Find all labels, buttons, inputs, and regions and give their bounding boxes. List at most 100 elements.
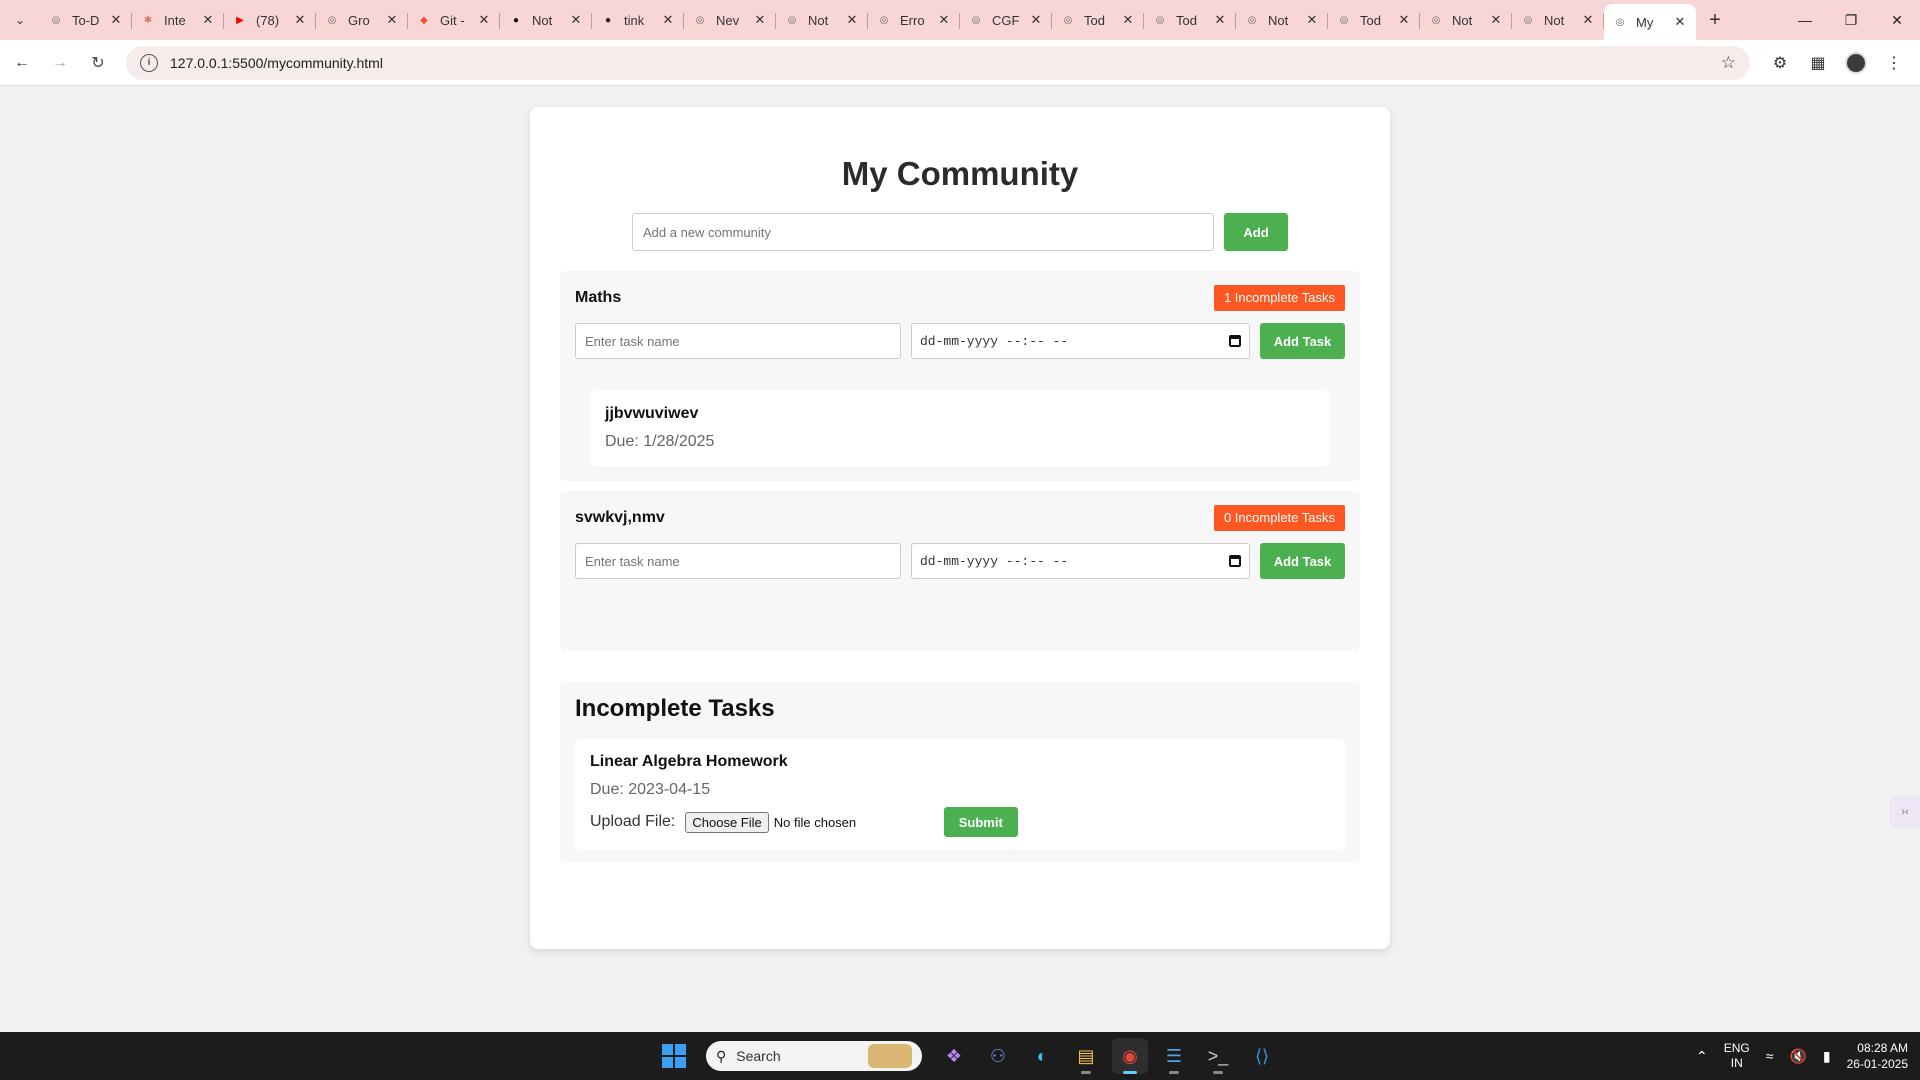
tab-search-chevron-icon[interactable]: ⌄ <box>0 0 40 40</box>
volume-muted-icon[interactable]: 🔇 <box>1789 1048 1806 1065</box>
running-indicator <box>1213 1071 1223 1074</box>
browser-tab[interactable]: ◎ CGF ✕ <box>960 4 1052 36</box>
browser-tab[interactable]: ◎ Tod ✕ <box>1052 4 1144 36</box>
tab-close-icon[interactable]: ✕ <box>1580 12 1596 28</box>
start-button[interactable] <box>656 1038 692 1074</box>
page-viewport: My Community Add Maths 1 Incomplete Task… <box>0 86 1920 1032</box>
add-task-button[interactable]: Add Task <box>1260 323 1345 359</box>
tab-close-icon[interactable]: ✕ <box>108 12 124 28</box>
task-due-datetime-input[interactable]: dd-mm-yyyy --:-- -- <box>911 323 1250 359</box>
language-indicator[interactable]: ENG IN <box>1724 1041 1750 1071</box>
minimize-button[interactable]: — <box>1782 0 1828 40</box>
tab-close-icon[interactable]: ✕ <box>1028 12 1044 28</box>
browser-tab[interactable]: ◎ Not ✕ <box>776 4 868 36</box>
taskbar-search-label: Search <box>736 1048 781 1064</box>
tab-close-icon[interactable]: ✕ <box>384 12 400 28</box>
browser-toolbar: ← → ↻ i 127.0.0.1:5500/mycommunity.html … <box>0 40 1920 86</box>
browser-tab[interactable]: ◎ Tod ✕ <box>1144 4 1236 36</box>
task-list: jjbvwuviwev Due: 1/28/2025 <box>575 391 1345 467</box>
reload-button[interactable]: ↻ <box>80 45 116 81</box>
calendar-icon[interactable] <box>1229 335 1241 347</box>
url-text[interactable]: 127.0.0.1:5500/mycommunity.html <box>170 55 1721 71</box>
chrome-icon[interactable]: ◉ <box>1112 1038 1148 1074</box>
tab-close-icon[interactable]: ✕ <box>1120 12 1136 28</box>
clock[interactable]: 08:28 AM 26-01-2025 <box>1847 1040 1908 1072</box>
submit-button[interactable]: Submit <box>943 807 1018 837</box>
browser-tab[interactable]: ◎ Nev ✕ <box>684 4 776 36</box>
browser-tab[interactable]: ▶ (78) ✕ <box>224 4 316 36</box>
profile-avatar[interactable] <box>1842 49 1870 77</box>
language-region: IN <box>1730 1056 1743 1070</box>
close-window-button[interactable]: ✕ <box>1874 0 1920 40</box>
browser-tab[interactable]: ◎ My ✕ <box>1604 4 1696 40</box>
browser-tab[interactable]: ● tink ✕ <box>592 4 684 36</box>
tab-title: Git - <box>440 12 465 28</box>
notepad-icon[interactable]: ☰ <box>1156 1038 1192 1074</box>
extension-game-icon[interactable]: ⚙ <box>1766 49 1794 77</box>
tab-close-icon[interactable]: ✕ <box>1488 12 1504 28</box>
browser-tab[interactable]: ◎ Tod ✕ <box>1328 4 1420 36</box>
teams-icon[interactable]: ⚇ <box>980 1038 1016 1074</box>
tab-close-icon[interactable]: ✕ <box>200 12 216 28</box>
incomplete-task-card: Linear Algebra Homework Due: 2023-04-15 … <box>575 739 1345 849</box>
battery-icon[interactable]: ▮ <box>1823 1048 1831 1065</box>
tab-close-icon[interactable]: ✕ <box>1212 12 1228 28</box>
tab-title: (78) <box>256 12 280 28</box>
show-hidden-icons-chevron-icon[interactable]: ⌃ <box>1696 1048 1708 1065</box>
extensions-puzzle-icon[interactable]: ▦ <box>1804 49 1832 77</box>
add-community-button[interactable]: Add <box>1224 213 1288 251</box>
tab-close-icon[interactable]: ✕ <box>1672 14 1688 30</box>
github-icon: ● <box>512 14 520 26</box>
chrome-globe-icon: ◎ <box>51 14 61 26</box>
edge-icon[interactable]: ◐ <box>1024 1038 1060 1074</box>
tab-close-icon[interactable]: ✕ <box>292 12 308 28</box>
restore-button[interactable]: ❐ <box>1828 0 1874 40</box>
forward-button[interactable]: → <box>42 45 78 81</box>
browser-tab[interactable]: ◎ Not ✕ <box>1236 4 1328 36</box>
calendar-icon[interactable] <box>1229 555 1241 567</box>
browser-tab[interactable]: ◎ To-D ✕ <box>40 4 132 36</box>
tab-close-icon[interactable]: ✕ <box>1396 12 1412 28</box>
add-task-button[interactable]: Add Task <box>1260 543 1345 579</box>
file-explorer-icon[interactable]: ▤ <box>1068 1038 1104 1074</box>
task-name-input[interactable] <box>575 323 901 359</box>
browser-tab[interactable]: ✱ Inte ✕ <box>132 4 224 36</box>
bookmark-star-icon[interactable]: ☆ <box>1721 53 1736 73</box>
vscode-icon[interactable]: ⟨⟩ <box>1244 1038 1280 1074</box>
tab-close-icon[interactable]: ✕ <box>660 12 676 28</box>
running-indicator <box>1123 1071 1137 1074</box>
clock-time: 08:28 AM <box>1857 1041 1908 1055</box>
date-placeholder: dd-mm-yyyy --:-- -- <box>920 553 1069 569</box>
new-community-input[interactable] <box>632 213 1214 251</box>
address-bar[interactable]: i 127.0.0.1:5500/mycommunity.html ☆ <box>126 45 1750 80</box>
choose-file-button[interactable]: Choose File <box>685 811 769 833</box>
side-panel-toggle-icon[interactable]: ›‹ <box>1890 796 1920 828</box>
browser-menu-icon[interactable]: ⋮ <box>1880 49 1908 77</box>
new-tab-button[interactable]: + <box>1698 9 1732 32</box>
tab-close-icon[interactable]: ✕ <box>476 12 492 28</box>
back-button[interactable]: ← <box>4 45 40 81</box>
tab-close-icon[interactable]: ✕ <box>936 12 952 28</box>
tab-close-icon[interactable]: ✕ <box>844 12 860 28</box>
taskbar-search[interactable]: ⚲ Search <box>706 1041 922 1071</box>
browser-tab[interactable]: ◆ Git - ✕ <box>408 4 500 36</box>
copilot-icon[interactable]: ❖ <box>936 1038 972 1074</box>
running-indicator <box>1081 1071 1091 1074</box>
tab-close-icon[interactable]: ✕ <box>752 12 768 28</box>
browser-tab[interactable]: ● Not ✕ <box>500 4 592 36</box>
file-status: No file chosen <box>773 814 857 830</box>
task-due-datetime-input[interactable]: dd-mm-yyyy --:-- -- <box>911 543 1250 579</box>
tab-close-icon[interactable]: ✕ <box>568 12 584 28</box>
wifi-icon[interactable]: ≈ <box>1766 1048 1774 1064</box>
task-name-input[interactable] <box>575 543 901 579</box>
site-info-icon[interactable]: i <box>140 53 158 72</box>
browser-tab[interactable]: ◎ Not ✕ <box>1420 4 1512 36</box>
globe-icon: ◎ <box>879 14 889 26</box>
tab-close-icon[interactable]: ✕ <box>1304 12 1320 28</box>
terminal-icon[interactable]: >_ <box>1200 1038 1236 1074</box>
community-name: Maths <box>575 289 622 306</box>
browser-tab[interactable]: ◎ Gro ✕ <box>316 4 408 36</box>
browser-tab[interactable]: ◎ Erro ✕ <box>868 4 960 36</box>
browser-tab[interactable]: ◎ Not ✕ <box>1512 4 1604 36</box>
community-list: Maths 1 Incomplete Tasks dd-mm-yyyy --:-… <box>560 271 1360 651</box>
